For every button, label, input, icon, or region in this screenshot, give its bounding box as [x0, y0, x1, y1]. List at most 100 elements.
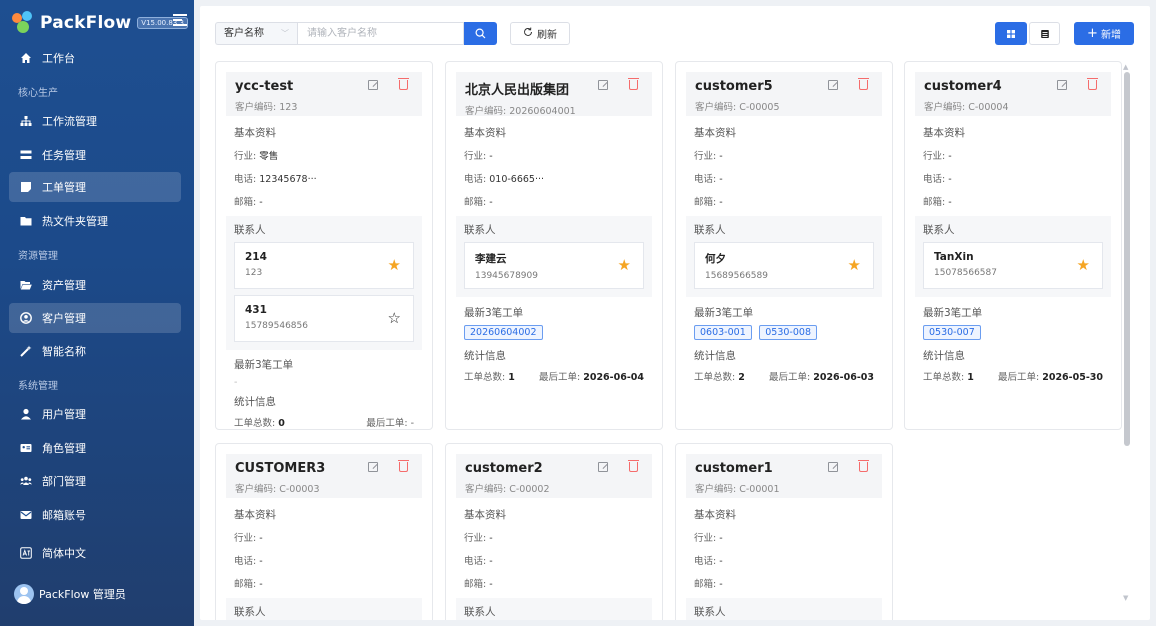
contact-card[interactable]: 431 15789546856 ☆	[234, 295, 414, 342]
card-header: customer2 客户编码: C-00002	[456, 454, 652, 498]
sidebar-item-mail-accounts[interactable]: 邮箱账号	[9, 500, 181, 530]
customer-name: ycc-test	[235, 79, 294, 94]
phone-row: 电话: -	[234, 556, 263, 567]
section-recent-orders: 最新3笔工单	[923, 307, 983, 319]
team-icon	[19, 474, 33, 488]
delete-icon[interactable]	[1087, 78, 1098, 90]
customer-card: 北京人民出版集团 客户编码: 20260604001 基本资料 行业: - 电话…	[445, 61, 663, 430]
contact-phone: 15689566589	[705, 271, 768, 281]
section-contacts: 联系人	[234, 606, 266, 618]
contacts-block: 联系人 何夕 15689566589 ★	[686, 216, 882, 297]
stats-row: 工单总数: 2 最后工单: 2026-06-03	[676, 369, 892, 383]
refresh-button[interactable]: 刷新	[510, 22, 570, 45]
industry-row: 行业: 零售	[234, 151, 279, 162]
order-tag[interactable]: 0530-007	[923, 325, 981, 340]
customer-card: customer1 客户编码: C-00001 基本资料 行业: - 电话: -…	[675, 443, 893, 620]
edit-icon[interactable]	[1057, 80, 1067, 90]
star-filled-icon[interactable]: ★	[1077, 256, 1090, 274]
delete-icon[interactable]	[628, 78, 639, 90]
sidebar-item-assets[interactable]: 资产管理	[9, 270, 181, 300]
recent-orders: 20260604002	[446, 325, 662, 340]
order-tag[interactable]: 0530-008	[759, 325, 817, 340]
search-input[interactable]	[297, 22, 464, 45]
filter-field-select[interactable]: 客户名称 ﹀	[215, 22, 297, 45]
contact-card[interactable]: 何夕 15689566589 ★	[694, 242, 874, 289]
language-switch[interactable]: 简体中文	[9, 538, 181, 568]
sidebar-item-label: 资产管理	[42, 279, 86, 292]
sidebar-item-roles[interactable]: 角色管理	[9, 433, 181, 463]
task-icon	[19, 148, 33, 162]
sidebar-item-label: 工单管理	[42, 181, 86, 194]
sidebar-item-departments[interactable]: 部门管理	[9, 466, 181, 496]
section-stats: 统计信息	[923, 350, 965, 362]
chevron-down-icon: ﹀	[281, 29, 289, 38]
contact-card[interactable]: TanXin 15078566587 ★	[923, 242, 1103, 289]
delete-icon[interactable]	[628, 460, 639, 472]
delete-icon[interactable]	[398, 460, 409, 472]
customer-name: CUSTOMER3	[235, 461, 326, 476]
user-icon	[19, 407, 33, 421]
list-view-button[interactable]	[1029, 22, 1060, 45]
recent-orders-empty: -	[234, 377, 238, 388]
sidebar-item-customers[interactable]: 客户管理	[9, 303, 181, 333]
collapse-menu-icon[interactable]	[173, 14, 187, 28]
delete-icon[interactable]	[858, 460, 869, 472]
user-name: PackFlow 管理员	[39, 588, 126, 601]
star-filled-icon[interactable]: ★	[618, 256, 631, 274]
list-icon	[1040, 29, 1049, 38]
delete-icon[interactable]	[858, 78, 869, 90]
grid-view-button[interactable]	[995, 22, 1027, 45]
star-outline-icon[interactable]: ☆	[388, 309, 401, 327]
edit-icon[interactable]	[598, 80, 608, 90]
sidebar-item-label: 客户管理	[42, 312, 86, 325]
search-button[interactable]	[464, 22, 497, 45]
star-filled-icon[interactable]: ★	[848, 256, 861, 274]
sidebar-item-label: 邮箱账号	[42, 509, 86, 522]
sidebar-item-tasks[interactable]: 任务管理	[9, 140, 181, 170]
sidebar-item-workorders[interactable]: 工单管理	[9, 172, 181, 202]
industry-row: 行业: -	[694, 533, 723, 544]
edit-icon[interactable]	[368, 80, 378, 90]
toolbar: 客户名称 ﹀ 刷新 + 新增	[200, 6, 1150, 58]
contact-card[interactable]: 李建云 13945678909 ★	[464, 242, 644, 289]
phone-row: 电话: -	[464, 556, 493, 567]
contact-card[interactable]: 214 123 ★	[234, 242, 414, 289]
customer-code: 客户编码: C-00005	[695, 102, 780, 113]
scroll-down-arrow-icon[interactable]: ▼	[1123, 594, 1128, 602]
industry-row: 行业: -	[464, 533, 493, 544]
app-name: PackFlow	[40, 13, 132, 33]
order-tag[interactable]: 0603-001	[694, 325, 752, 340]
sidebar-item-users[interactable]: 用户管理	[9, 399, 181, 429]
phone-row: 电话: 12345678···	[234, 174, 317, 185]
section-basic: 基本资料	[694, 509, 736, 521]
edit-icon[interactable]	[368, 462, 378, 472]
add-customer-button[interactable]: + 新增	[1074, 22, 1134, 45]
sidebar-item-hot-folders[interactable]: 热文件夹管理	[9, 206, 181, 236]
section-stats: 统计信息	[694, 350, 736, 362]
contact-name: 214	[245, 251, 267, 263]
sidebar-item-smart-names[interactable]: 智能名称	[9, 336, 181, 366]
card-header: customer5 客户编码: C-00005	[686, 72, 882, 116]
section-recent-orders: 最新3笔工单	[464, 307, 524, 319]
section-resources: 资源管理	[18, 251, 58, 262]
scrollbar[interactable]	[1124, 72, 1130, 446]
current-user[interactable]: PackFlow 管理员	[14, 584, 126, 604]
order-tag[interactable]: 20260604002	[464, 325, 543, 340]
recent-orders: 0603-001 0530-008	[676, 325, 892, 340]
delete-icon[interactable]	[398, 78, 409, 90]
customer-code: 客户编码: 123	[235, 102, 298, 113]
contact-phone: 13945678909	[475, 271, 538, 281]
star-filled-icon[interactable]: ★	[388, 256, 401, 274]
sidebar-item-label: 部门管理	[42, 475, 86, 488]
sidebar-item-workbench[interactable]: 工作台	[9, 43, 181, 73]
edit-icon[interactable]	[828, 462, 838, 472]
customer-card: ycc-test 客户编码: 123 基本资料 行业: 零售 电话: 12345…	[215, 61, 433, 430]
sidebar-item-label: 用户管理	[42, 408, 86, 421]
section-basic: 基本资料	[464, 127, 506, 139]
edit-icon[interactable]	[598, 462, 608, 472]
refresh-icon	[523, 27, 533, 40]
mail-icon	[19, 508, 33, 522]
sidebar-item-workflow[interactable]: 工作流管理	[9, 106, 181, 136]
edit-icon[interactable]	[828, 80, 838, 90]
scroll-up-arrow-icon[interactable]: ▲	[1123, 63, 1128, 71]
